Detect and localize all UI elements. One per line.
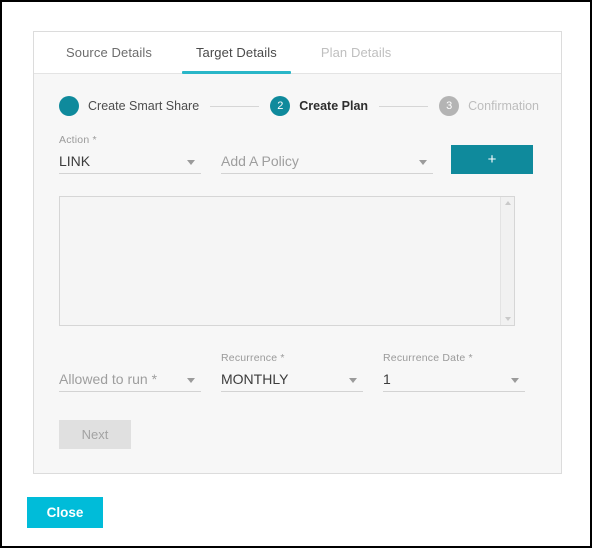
step-2-label: Create Plan: [299, 99, 369, 113]
chevron-down-icon: [419, 160, 427, 165]
close-button[interactable]: Close: [27, 497, 103, 528]
tab-target-details[interactable]: Target Details: [174, 32, 299, 74]
step-create-smart-share[interactable]: Create Smart Share: [59, 96, 199, 116]
policy-placeholder: Add A Policy: [221, 153, 299, 169]
smart-share-card: Source Details Target Details Plan Detai…: [33, 31, 562, 474]
recurrence-date-label: Recurrence Date *: [383, 352, 473, 364]
create-plan-form: Action * LINK Add A Policy + Allowed to …: [34, 116, 561, 449]
step-1-circle: [59, 96, 79, 116]
step-2-circle: 2: [270, 96, 291, 116]
add-policy-button[interactable]: +: [451, 145, 533, 174]
tab-target-details-label: Target Details: [195, 45, 277, 60]
step-create-plan[interactable]: 2 Create Plan: [270, 96, 368, 116]
policy-select[interactable]: Add A Policy: [221, 152, 433, 174]
recurrence-select[interactable]: Recurrence * MONTHLY: [221, 352, 363, 392]
step-connector-2: [379, 105, 429, 107]
policy-list-scrollbar[interactable]: [500, 197, 514, 325]
tab-bar: Source Details Target Details Plan Detai…: [34, 32, 561, 74]
chevron-down-icon: [187, 378, 195, 383]
allowed-to-run-placeholder: Allowed to run *: [59, 371, 158, 387]
app-window: Source Details Target Details Plan Detai…: [0, 0, 592, 548]
recurrence-date-value: 1: [383, 371, 391, 387]
step-3-label: Confirmation: [468, 99, 540, 113]
policy-list-box[interactable]: [59, 196, 515, 326]
scroll-down-arrow-icon[interactable]: [504, 317, 511, 321]
chevron-down-icon: [349, 378, 357, 383]
schedule-row: Allowed to run * Recurrence * MONTHLY Re…: [59, 352, 536, 392]
action-label: Action *: [59, 134, 97, 146]
allowed-to-run-select[interactable]: Allowed to run *: [59, 370, 201, 392]
recurrence-value: MONTHLY: [221, 371, 289, 387]
active-tab-underline: [181, 71, 291, 74]
step-confirmation[interactable]: 3 Confirmation: [439, 96, 539, 116]
tab-plan-details-label: Plan Details: [320, 45, 392, 60]
wizard-stepper: Create Smart Share 2 Create Plan 3 Confi…: [34, 74, 561, 116]
recurrence-date-select[interactable]: Recurrence Date * 1: [383, 352, 525, 392]
recurrence-label: Recurrence *: [221, 352, 285, 364]
step-3-circle: 3: [439, 96, 460, 116]
scroll-up-arrow-icon[interactable]: [504, 201, 511, 205]
step-1-label: Create Smart Share: [88, 99, 200, 113]
action-value: LINK: [59, 153, 91, 169]
chevron-down-icon: [187, 160, 195, 165]
action-select[interactable]: Action * LINK: [59, 134, 201, 174]
chevron-down-icon: [511, 378, 519, 383]
step-connector-1: [210, 105, 260, 107]
tab-source-details[interactable]: Source Details: [44, 32, 174, 73]
next-button[interactable]: Next: [59, 420, 131, 449]
action-policy-row: Action * LINK Add A Policy +: [59, 134, 536, 174]
tab-source-details-label: Source Details: [66, 45, 152, 60]
tab-plan-details[interactable]: Plan Details: [299, 32, 414, 73]
